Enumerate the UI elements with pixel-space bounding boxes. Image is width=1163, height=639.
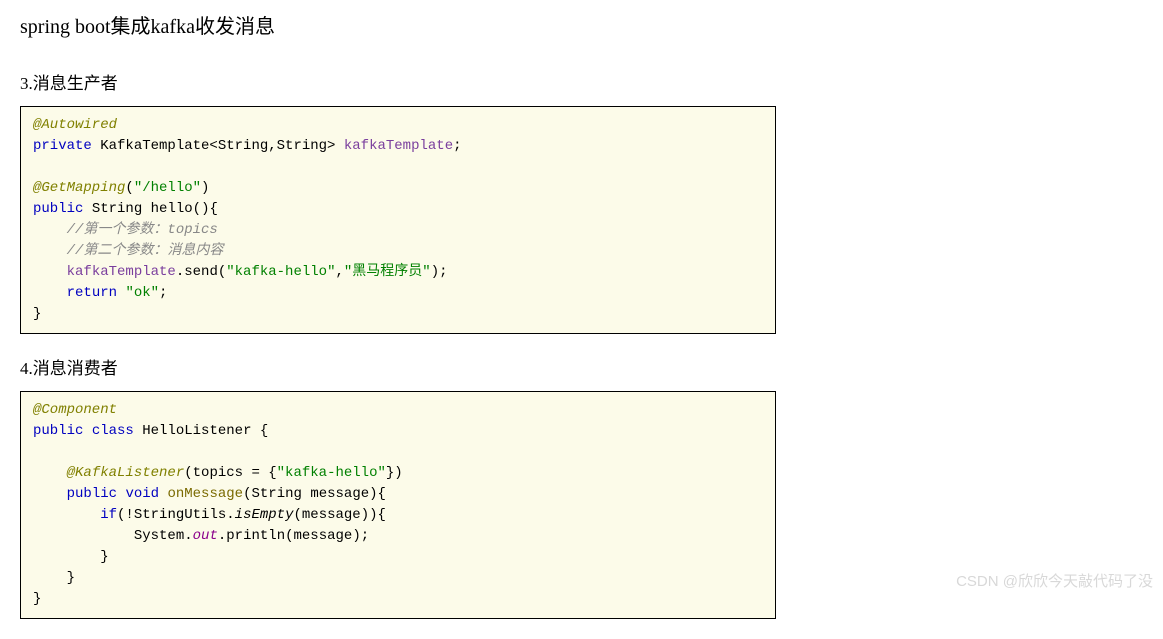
code-token: "/hello": [134, 180, 201, 196]
code-token: message: [294, 528, 353, 544]
code-token: message: [302, 507, 361, 523]
code-token: out: [193, 528, 218, 544]
code-token: isEmpty: [235, 507, 294, 523]
page-title: spring boot集成kafka收发消息: [20, 10, 1143, 39]
watermark: CSDN @欣欣今天敲代码了没: [956, 570, 1153, 591]
code-token: send: [184, 264, 218, 280]
code-token: @Component: [33, 402, 117, 418]
code-token: "黑马程序员": [344, 264, 431, 280]
code-token: String: [92, 201, 142, 217]
code-token: message: [310, 486, 369, 502]
code-token: @Autowired: [33, 117, 117, 133]
code-token: @GetMapping: [33, 180, 125, 196]
section-consumer-heading: 4.消息消费者: [20, 354, 1143, 379]
code-token: public: [67, 486, 117, 502]
code-token: kafkaTemplate: [67, 264, 176, 280]
code-token: println: [226, 528, 285, 544]
code-token: "kafka-hello": [277, 465, 386, 481]
code-token: if: [100, 507, 117, 523]
code-token: public: [33, 201, 83, 217]
code-token: public: [33, 423, 83, 439]
code-token: hello: [151, 201, 193, 217]
code-token: //第二个参数：消息内容: [67, 243, 224, 259]
code-token: onMessage: [167, 486, 243, 502]
code-token: String: [251, 486, 301, 502]
code-token: kafkaTemplate: [344, 138, 453, 154]
code-consumer: @Component public class HelloListener { …: [20, 391, 776, 619]
code-token: "ok": [125, 285, 159, 301]
code-token: @KafkaListener: [67, 465, 185, 481]
code-token: HelloListener: [142, 423, 251, 439]
code-token: //第一个参数：topics: [67, 222, 218, 238]
code-token: "kafka-hello": [226, 264, 335, 280]
code-token: class: [92, 423, 134, 439]
code-token: KafkaTemplate<String,String>: [100, 138, 335, 154]
code-producer: @Autowired private KafkaTemplate<String,…: [20, 106, 776, 334]
code-token: StringUtils: [134, 507, 226, 523]
code-token: System: [134, 528, 184, 544]
code-token: void: [125, 486, 159, 502]
code-token: return: [67, 285, 117, 301]
section-producer-heading: 3.消息生产者: [20, 69, 1143, 94]
code-token: private: [33, 138, 92, 154]
